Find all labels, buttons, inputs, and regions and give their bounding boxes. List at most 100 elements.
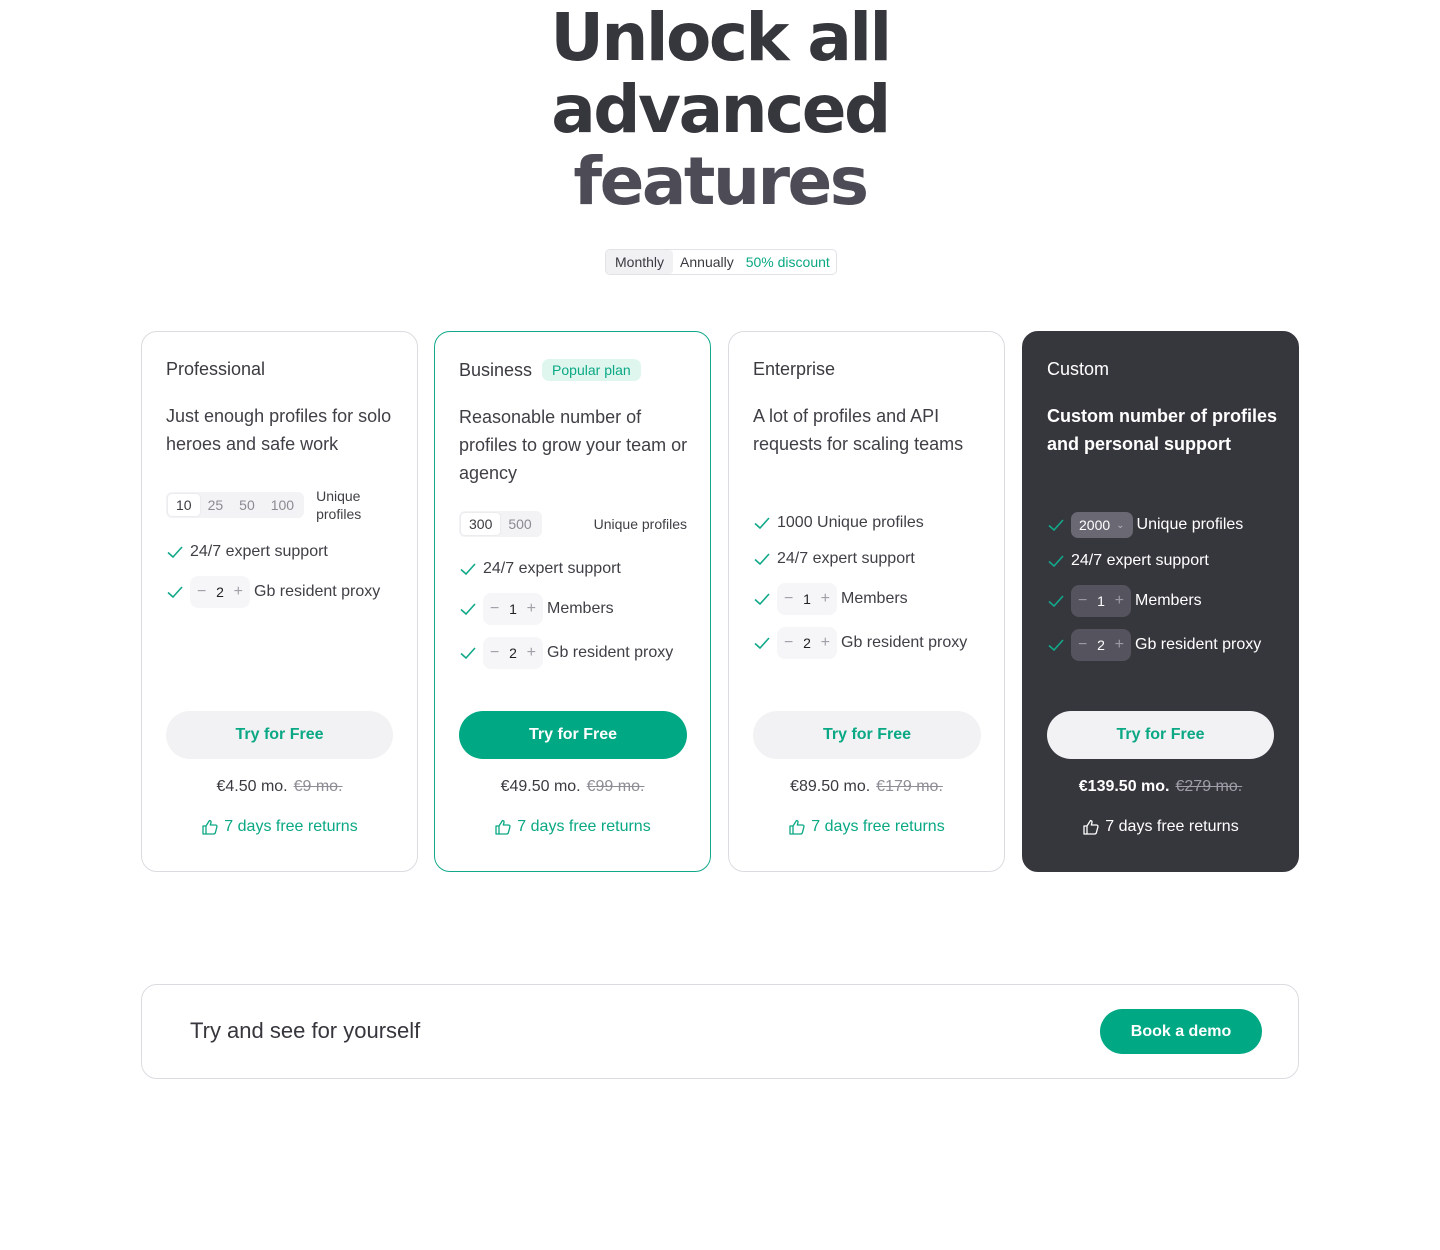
members-stepper: − 1 +: [483, 593, 543, 625]
plus-icon[interactable]: +: [1115, 592, 1124, 610]
hero: Unlock all advanced features: [0, 0, 1440, 218]
members-feature: − 1 + Members: [1047, 585, 1202, 617]
thumbs-up-icon: [201, 818, 219, 836]
chevron-down-icon: ⌄: [1116, 519, 1125, 531]
old-price: €9 mo.: [293, 778, 343, 795]
billing-period-toggle: Monthly Annually 50% discount: [605, 249, 837, 275]
plus-icon[interactable]: +: [527, 644, 536, 662]
members-stepper: − 1 +: [1071, 585, 1131, 617]
free-returns: 7 days free returns: [435, 818, 710, 836]
plan-description: Reasonable number of profiles to grow yo…: [459, 407, 688, 483]
try-for-free-button[interactable]: Try for Free: [166, 711, 393, 759]
profiles-option-25[interactable]: 25: [200, 494, 232, 516]
billing-monthly-option[interactable]: Monthly: [606, 250, 674, 274]
minus-icon[interactable]: −: [490, 600, 499, 618]
members-feature: − 1 + Members: [753, 583, 908, 615]
thumbs-up-icon: [494, 818, 512, 836]
plan-name: Business Popular plan: [459, 359, 641, 381]
check-icon: [166, 543, 184, 561]
minus-icon[interactable]: −: [1078, 592, 1087, 610]
plan-name: Professional: [166, 359, 266, 379]
proxy-stepper: − 2 +: [190, 576, 250, 608]
profiles-feature: 10 25 50 100 Unique profiles: [166, 487, 386, 523]
check-icon: [166, 583, 184, 601]
old-price: €279 mo.: [1175, 778, 1243, 795]
members-stepper: − 1 +: [777, 583, 837, 615]
minus-icon[interactable]: −: [490, 644, 499, 662]
check-icon: [1047, 592, 1065, 610]
check-icon: [753, 550, 771, 568]
plan-price: €89.50 mo. €179 mo.: [790, 778, 943, 795]
profiles-count-select[interactable]: 2000 ⌄: [1071, 512, 1133, 538]
proxy-feature: − 2 + Gb resident proxy: [753, 627, 967, 659]
thumbs-up-icon: [1082, 818, 1100, 836]
plan-description: A lot of profiles and API requests for s…: [753, 406, 964, 454]
plan-name: Enterprise: [753, 359, 836, 379]
thumbs-up-icon: [788, 818, 806, 836]
minus-icon[interactable]: −: [1078, 636, 1087, 654]
profiles-feature: 1000 Unique profiles: [753, 514, 924, 532]
profiles-selector: 10 25 50 100: [166, 492, 305, 518]
check-icon: [753, 590, 771, 608]
profiles-option-10[interactable]: 10: [168, 494, 200, 516]
minus-icon[interactable]: −: [784, 590, 793, 608]
plus-icon[interactable]: +: [1115, 636, 1124, 654]
book-demo-button[interactable]: Book a demo: [1100, 1009, 1262, 1054]
plan-card-business: Business Popular plan Reasonable number …: [434, 331, 711, 872]
profiles-option-50[interactable]: 50: [231, 494, 263, 516]
profiles-label: Unique profiles: [316, 488, 362, 522]
check-icon: [1047, 516, 1065, 534]
plan-card-custom: Custom Custom number of profiles and per…: [1022, 331, 1299, 872]
proxy-stepper: − 2 +: [777, 627, 837, 659]
support-feature: 24/7 expert support: [1047, 552, 1209, 570]
plan-price: €139.50 mo. €279 mo.: [1078, 778, 1243, 795]
check-icon: [1047, 552, 1065, 570]
free-returns: 7 days free returns: [142, 818, 417, 836]
old-price: €99 mo.: [586, 778, 645, 795]
plan-name: Custom: [1047, 359, 1110, 379]
check-icon: [459, 644, 477, 662]
billing-annually-option[interactable]: Annually: [673, 250, 741, 274]
check-icon: [753, 514, 771, 532]
demo-title: Try and see for yourself: [190, 1018, 421, 1043]
check-icon: [459, 600, 477, 618]
profiles-feature: 300 500 Unique profiles: [459, 511, 687, 537]
profiles-option-100[interactable]: 100: [263, 494, 302, 516]
minus-icon[interactable]: −: [197, 583, 206, 601]
free-returns: 7 days free returns: [729, 818, 1004, 836]
page-title: Unlock all advanced features: [550, 0, 892, 220]
free-returns: 7 days free returns: [1023, 818, 1298, 836]
demo-banner: Try and see for yourself Book a demo: [141, 984, 1299, 1079]
support-feature: 24/7 expert support: [166, 543, 328, 561]
profiles-option-500[interactable]: 500: [500, 513, 539, 535]
proxy-feature: − 2 + Gb resident proxy: [459, 637, 673, 669]
plus-icon[interactable]: +: [527, 600, 536, 618]
plan-price: €49.50 mo. €99 mo.: [500, 778, 645, 795]
plan-description: Just enough profiles for solo heroes and…: [166, 406, 392, 454]
try-for-free-button[interactable]: Try for Free: [459, 711, 687, 759]
popular-plan-badge: Popular plan: [542, 359, 641, 381]
support-feature: 24/7 expert support: [459, 560, 621, 578]
plan-description: Custom number of profiles and personal s…: [1047, 406, 1278, 454]
support-feature: 24/7 expert support: [753, 550, 915, 568]
proxy-stepper: − 2 +: [1071, 629, 1131, 661]
annual-discount-label: 50% discount: [745, 254, 830, 270]
minus-icon[interactable]: −: [784, 634, 793, 652]
try-for-free-button[interactable]: Try for Free: [1047, 711, 1274, 759]
plus-icon[interactable]: +: [234, 583, 243, 601]
plus-icon[interactable]: +: [821, 590, 830, 608]
plan-card-professional: Professional Just enough profiles for so…: [141, 331, 418, 872]
check-icon: [753, 634, 771, 652]
profiles-selector: 300 500: [459, 511, 542, 537]
check-icon: [1047, 636, 1065, 654]
proxy-stepper: − 2 +: [483, 637, 543, 669]
try-for-free-button[interactable]: Try for Free: [753, 711, 981, 759]
proxy-feature: − 2 + Gb resident proxy: [166, 576, 380, 608]
members-feature: − 1 + Members: [459, 593, 614, 625]
profiles-option-300[interactable]: 300: [461, 513, 501, 535]
plus-icon[interactable]: +: [821, 634, 830, 652]
proxy-feature: − 2 + Gb resident proxy: [1047, 629, 1261, 661]
plan-price: €4.50 mo. €9 mo.: [216, 778, 343, 795]
plan-card-enterprise: Enterprise A lot of profiles and API req…: [728, 331, 1005, 872]
profiles-label: Unique profiles: [593, 516, 687, 532]
